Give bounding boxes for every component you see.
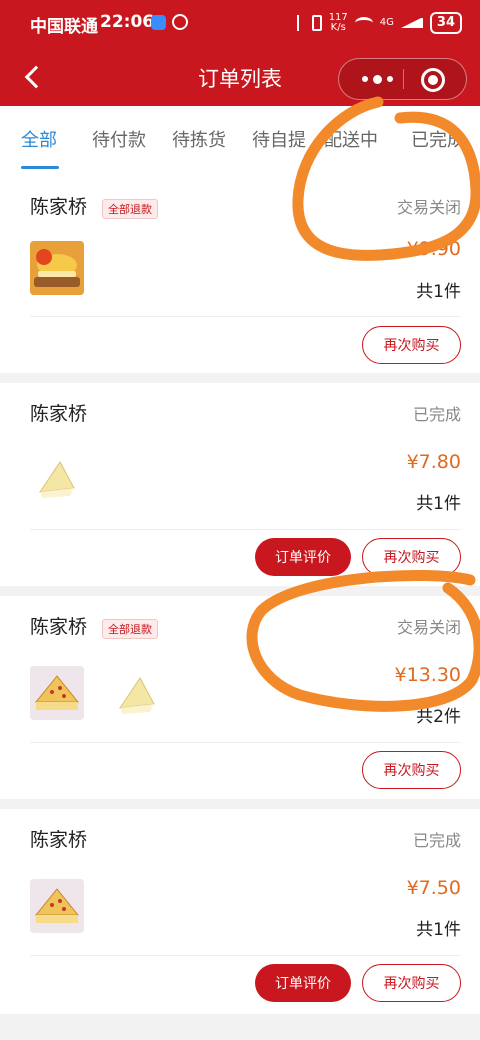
order-status: 交易关闭 <box>396 198 461 217</box>
vibrate-icon <box>311 15 322 31</box>
shop-name: 陈家桥 <box>30 403 88 425</box>
bluetooth-icon <box>296 15 305 31</box>
miniprogram-capsule <box>338 58 467 100</box>
toast-image <box>30 241 84 295</box>
order-card[interactable]: 陈家桥 已完成 ¥7.50 共1件 订单评价 再次购买 <box>0 809 480 1014</box>
product-thumbnail <box>30 241 84 295</box>
alarm-icon <box>172 14 188 30</box>
product-thumbnail <box>30 879 84 933</box>
item-count: 共1件 <box>416 920 461 940</box>
review-order-button[interactable]: 订单评价 <box>255 538 351 576</box>
status-bar: 中国联通 22:06 117 K/s 4G 34 <box>0 0 480 46</box>
rebuy-button[interactable]: 再次购买 <box>362 964 461 1002</box>
shop-name: 陈家桥 <box>30 616 88 638</box>
tab-delivering[interactable]: 配送中 <box>324 126 378 152</box>
capsule-divider <box>403 69 404 89</box>
shop-name: 陈家桥 <box>30 196 88 218</box>
item-count: 共1件 <box>416 494 461 514</box>
tab-picking[interactable]: 待拣货 <box>172 126 226 152</box>
product-thumbnail <box>30 450 84 504</box>
product-thumbnail <box>110 666 164 720</box>
order-price: ¥7.50 <box>406 877 461 899</box>
order-price: ¥9.90 <box>406 238 461 260</box>
tab-pending-payment[interactable]: 待付款 <box>92 126 146 152</box>
network-speed-unit: K/s <box>330 22 346 33</box>
item-count: 共2件 <box>416 707 461 727</box>
active-tab-indicator <box>21 166 59 169</box>
order-price: ¥13.30 <box>394 664 461 686</box>
tab-all[interactable]: 全部 <box>21 126 57 152</box>
order-status: 已完成 <box>412 831 461 850</box>
item-count: 共1件 <box>416 282 461 302</box>
card-divider <box>30 316 461 317</box>
nav-bar: 订单列表 <box>0 46 480 106</box>
clock-time: 22:06 <box>100 12 155 32</box>
sandwich-image <box>118 677 155 714</box>
rebuy-button[interactable]: 再次购买 <box>362 751 461 789</box>
sandwich-image <box>30 666 84 720</box>
refund-badge: 全部退款 <box>102 199 158 219</box>
tab-completed[interactable]: 已完成 <box>411 126 465 152</box>
signal-icon <box>400 18 423 28</box>
sandwich-image <box>38 461 75 498</box>
shop-name: 陈家桥 <box>30 829 88 851</box>
wifi-icon <box>354 17 373 29</box>
tab-self-pickup[interactable]: 待自提 <box>252 126 306 152</box>
carrier-name: 中国联通 <box>30 17 98 37</box>
network-type: 4G <box>379 17 394 28</box>
order-card[interactable]: 陈家桥 已完成 ¥7.80 共1件 订单评价 再次购买 <box>0 383 480 586</box>
order-status: 已完成 <box>412 405 461 424</box>
card-divider <box>30 529 461 530</box>
review-order-button[interactable]: 订单评价 <box>255 964 351 1002</box>
order-card[interactable]: 陈家桥 全部退款 交易关闭 ¥9.90 共1件 再次购买 <box>0 176 480 373</box>
order-card[interactable]: 陈家桥 全部退款 交易关闭 ¥13.30 共2件 再次购买 <box>0 596 480 799</box>
order-tabs: 全部 待付款 待拣货 待自提 配送中 已完成 <box>0 106 480 176</box>
card-divider <box>30 742 461 743</box>
close-miniprogram-icon[interactable] <box>421 68 445 92</box>
refund-badge: 全部退款 <box>102 619 158 639</box>
more-options-icon[interactable] <box>353 59 401 99</box>
order-price: ¥7.80 <box>406 451 461 473</box>
rebuy-button[interactable]: 再次购买 <box>362 538 461 576</box>
card-divider <box>30 955 461 956</box>
rebuy-button[interactable]: 再次购买 <box>362 326 461 364</box>
message-notification-icon <box>151 15 166 30</box>
product-thumbnail <box>30 666 84 720</box>
network-speed: 117 K/s <box>329 13 348 33</box>
order-status: 交易关闭 <box>396 618 461 637</box>
battery-level: 34 <box>429 12 462 34</box>
status-icons: 117 K/s 4G 34 <box>296 12 462 34</box>
sandwich-image <box>30 879 84 933</box>
